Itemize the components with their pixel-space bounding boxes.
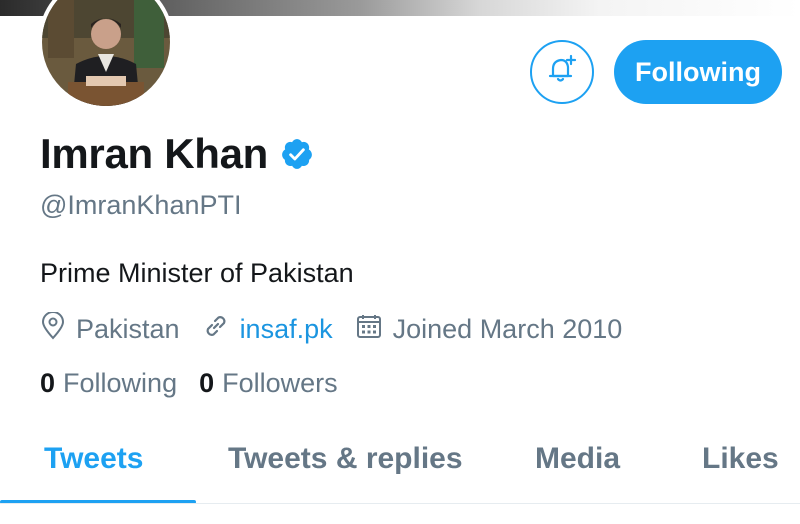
- joined-text: Joined March 2010: [392, 314, 623, 344]
- tab-tweets[interactable]: Tweets: [44, 442, 143, 476]
- following-button[interactable]: Following: [614, 40, 782, 104]
- location-item: Pakistan: [40, 311, 180, 347]
- location-text: Pakistan: [76, 314, 180, 344]
- verified-badge-icon: [280, 137, 314, 171]
- followers-stat[interactable]: 0 Followers: [199, 368, 338, 399]
- joined-item: Joined March 2010: [355, 312, 623, 347]
- profile-meta: Pakistan insaf.pk Joined March 2010: [40, 311, 644, 347]
- followers-label: Followers: [222, 368, 338, 398]
- notifications-bell-button[interactable]: [530, 40, 594, 104]
- link-icon: [202, 312, 240, 347]
- tab-likes[interactable]: Likes: [702, 442, 779, 476]
- followers-count: 0: [199, 368, 215, 398]
- tabs-divider: [0, 503, 800, 504]
- following-count: 0: [40, 368, 56, 398]
- profile-name-row: Imran Khan: [40, 130, 314, 178]
- avatar[interactable]: [38, 0, 174, 110]
- tab-media[interactable]: Media: [535, 442, 620, 476]
- website-item[interactable]: insaf.pk: [202, 312, 333, 347]
- display-name: Imran Khan: [40, 130, 269, 177]
- profile-handle: @ImranKhanPTI: [40, 190, 242, 220]
- following-stat[interactable]: 0 Following: [40, 368, 177, 399]
- location-pin-icon: [40, 311, 76, 347]
- profile-tabs: Tweets Tweets & replies Media Likes: [0, 430, 800, 508]
- follow-stats: 0 Following 0 Followers: [40, 368, 360, 399]
- bell-plus-icon: [545, 53, 579, 92]
- calendar-icon: [355, 312, 393, 347]
- tab-tweets-and-replies[interactable]: Tweets & replies: [228, 442, 463, 476]
- following-label: Following: [63, 368, 178, 398]
- website-link[interactable]: insaf.pk: [240, 314, 333, 345]
- profile-bio: Prime Minister of Pakistan: [40, 258, 354, 288]
